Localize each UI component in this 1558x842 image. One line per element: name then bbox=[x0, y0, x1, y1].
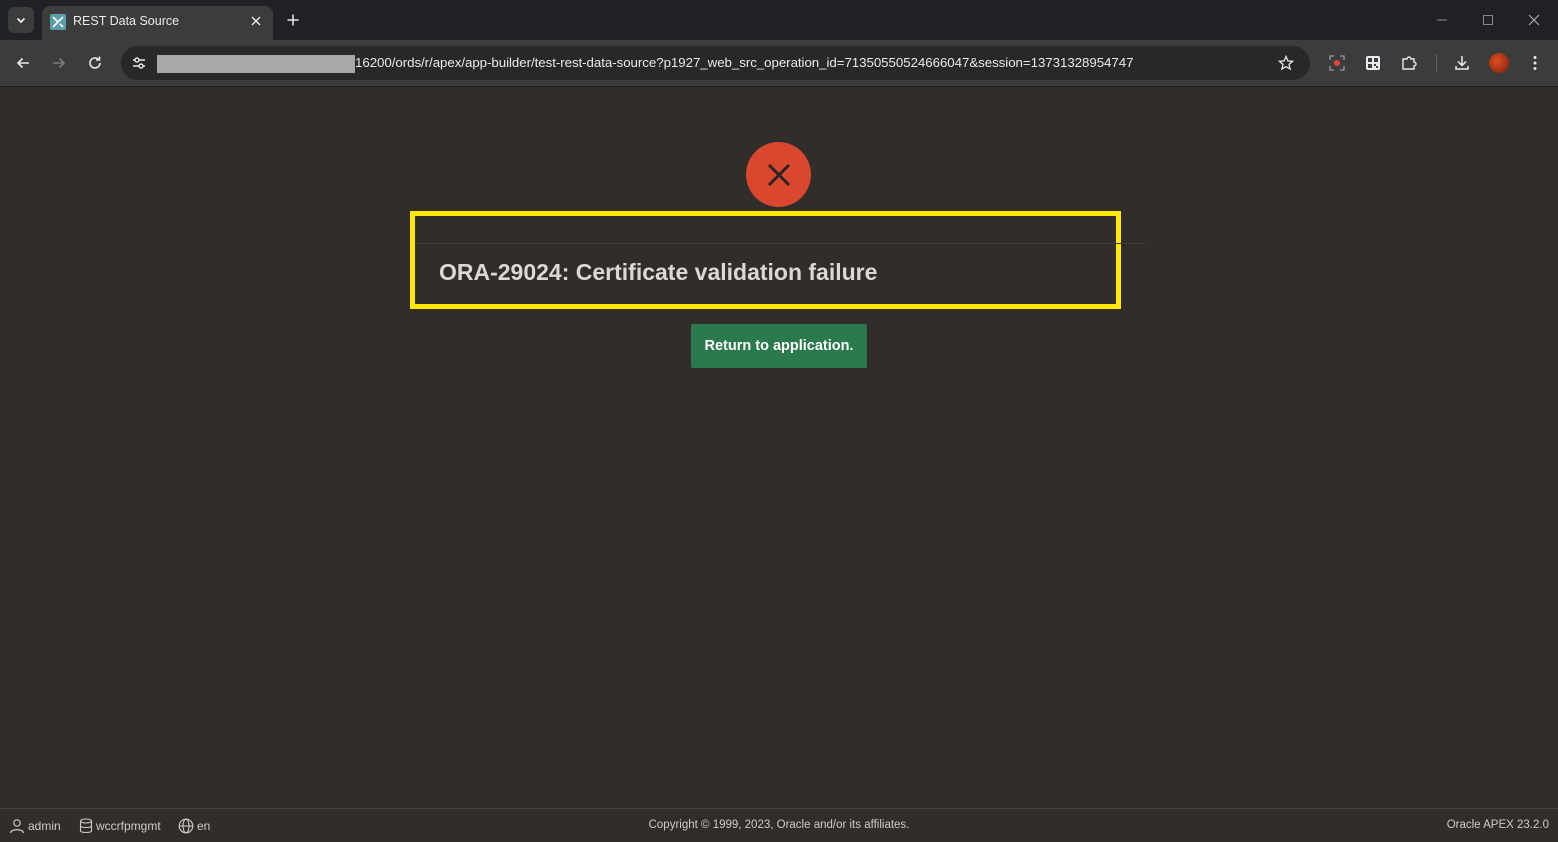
new-tab-button[interactable] bbox=[283, 10, 303, 30]
maximize-button[interactable] bbox=[1478, 10, 1498, 30]
bookmark-button[interactable] bbox=[1276, 53, 1296, 73]
tab-title: REST Data Source bbox=[73, 14, 180, 28]
tab-strip: REST Data Source bbox=[0, 0, 1558, 40]
browser-menu-button[interactable] bbox=[1524, 52, 1546, 74]
redacted-host bbox=[157, 55, 355, 73]
toolbar-divider bbox=[1436, 54, 1437, 72]
tab-rest-data-source[interactable]: REST Data Source bbox=[42, 6, 273, 40]
puzzle-icon bbox=[1402, 56, 1417, 70]
maximize-icon bbox=[1483, 15, 1493, 25]
close-icon bbox=[1528, 14, 1540, 26]
record-icon bbox=[1329, 55, 1345, 71]
close-icon bbox=[251, 16, 261, 26]
tab-close-button[interactable] bbox=[247, 12, 265, 30]
qr-code-icon bbox=[1366, 56, 1380, 70]
profile-avatar[interactable] bbox=[1489, 53, 1509, 73]
url-text[interactable]: 16200/ords/r/apex/app-builder/test-rest-… bbox=[355, 55, 1133, 70]
footer-version: Oracle APEX 23.2.0 bbox=[1446, 819, 1549, 831]
tune-icon bbox=[133, 57, 145, 69]
error-message: ORA-29024: Certificate validation failur… bbox=[439, 259, 878, 285]
reload-button[interactable] bbox=[84, 52, 106, 74]
arrow-left-icon bbox=[16, 57, 29, 69]
screen-record-button[interactable] bbox=[1326, 52, 1348, 74]
forward-button[interactable] bbox=[48, 52, 70, 74]
star-icon bbox=[1278, 55, 1294, 71]
address-bar[interactable]: 16200/ords/r/apex/app-builder/test-rest-… bbox=[121, 46, 1310, 80]
apex-favicon-icon bbox=[50, 14, 66, 30]
minimize-icon bbox=[1437, 19, 1447, 21]
page-content: ORA-29024: Certificate validation failur… bbox=[0, 87, 1558, 808]
chevron-down-icon bbox=[16, 17, 26, 24]
back-button[interactable] bbox=[12, 52, 34, 74]
close-icon bbox=[767, 163, 790, 186]
qr-code-button[interactable] bbox=[1362, 52, 1384, 74]
error-highlight-box: ORA-29024: Certificate validation failur… bbox=[410, 211, 1145, 309]
download-icon bbox=[1455, 56, 1469, 70]
error-icon bbox=[746, 142, 811, 207]
reload-icon bbox=[89, 56, 101, 69]
more-vert-icon bbox=[1533, 56, 1537, 70]
return-to-application-button[interactable]: Return to application. bbox=[691, 324, 867, 368]
error-divider bbox=[415, 243, 1145, 244]
tab-search-button[interactable] bbox=[8, 7, 34, 33]
arrow-right-icon bbox=[53, 57, 66, 69]
browser-toolbar: 16200/ords/r/apex/app-builder/test-rest-… bbox=[0, 40, 1558, 86]
plus-icon bbox=[287, 14, 299, 26]
site-info-button[interactable] bbox=[129, 53, 149, 73]
extensions-button[interactable] bbox=[1398, 52, 1420, 74]
page-footer: admin wccrfpmgmt en Copyright © 1999, 20… bbox=[0, 808, 1558, 842]
footer-copyright: Copyright © 1999, 2023, Oracle and/or it… bbox=[648, 819, 910, 831]
minimize-button[interactable] bbox=[1432, 10, 1452, 30]
browser-chrome: REST Data Source 16200/ords/r/apex/app-b… bbox=[0, 0, 1558, 87]
downloads-button[interactable] bbox=[1451, 52, 1473, 74]
close-window-button[interactable] bbox=[1524, 10, 1544, 30]
